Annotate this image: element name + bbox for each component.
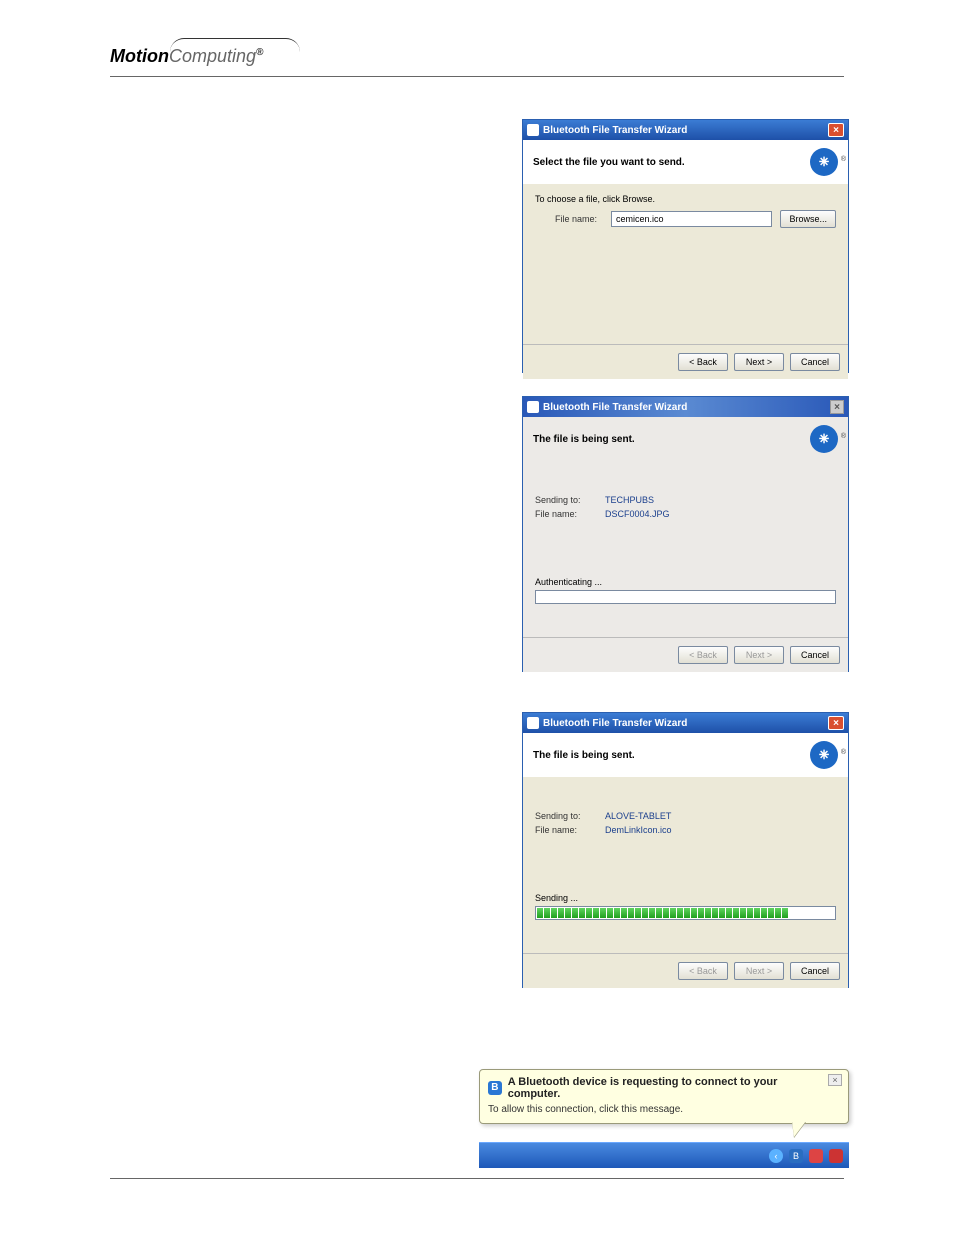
registered-icon: ®: [841, 146, 846, 174]
wizard-sending-window: Bluetooth File Transfer Wizard × The fil…: [522, 712, 849, 988]
subtitle-text: The file is being sent.: [533, 434, 810, 445]
bluetooth-icon: ⁕®: [810, 148, 838, 176]
tray-arrow-icon[interactable]: ‹: [769, 1149, 783, 1163]
sending-to-value: TECHPUBS: [605, 495, 654, 505]
titlebar[interactable]: Bluetooth File Transfer Wizard ×: [523, 397, 848, 417]
bluetooth-icon: ⁕®: [810, 741, 838, 769]
cancel-button[interactable]: Cancel: [790, 646, 840, 664]
close-icon[interactable]: ×: [830, 400, 844, 414]
bluetooth-app-icon: [527, 717, 539, 729]
registered-icon: ®: [841, 739, 846, 767]
brand-motion: Motion: [110, 46, 169, 66]
window-title: Bluetooth File Transfer Wizard: [543, 125, 828, 136]
back-button: < Back: [678, 962, 728, 980]
filename-value: DemLinkIcon.ico: [605, 825, 672, 835]
window-body: Sending to: TECHPUBS File name: DSCF0004…: [523, 461, 848, 637]
subtitle-text: Select the file you want to send.: [533, 157, 810, 168]
progress-bar: [535, 590, 836, 604]
back-button: < Back: [678, 646, 728, 664]
tray-bluetooth-icon[interactable]: B: [789, 1149, 803, 1163]
filename-value: DSCF0004.JPG: [605, 509, 670, 519]
window-body: Sending to: ALOVE-TABLET File name: DemL…: [523, 777, 848, 953]
wizard-footer: < Back Next > Cancel: [523, 953, 848, 988]
hint-text: To choose a file, click Browse.: [535, 194, 836, 204]
sending-to-label: Sending to:: [535, 495, 605, 505]
tray-app-icon[interactable]: [829, 1149, 843, 1163]
filename-label: File name:: [555, 214, 611, 224]
balloon-tooltip[interactable]: B A Bluetooth device is requesting to co…: [479, 1069, 849, 1124]
status-text: Authenticating ...: [535, 577, 602, 587]
subtitle-bar: The file is being sent. ⁕®: [523, 733, 848, 777]
wizard-footer: < Back Next > Cancel: [523, 637, 848, 672]
next-button: Next >: [734, 646, 784, 664]
filename-label: File name:: [535, 825, 605, 835]
bluetooth-app-icon: [527, 124, 539, 136]
progress-bar: [535, 906, 836, 920]
browse-button[interactable]: Browse...: [780, 210, 836, 228]
registered-icon: ®: [841, 423, 846, 451]
titlebar[interactable]: Bluetooth File Transfer Wizard ×: [523, 120, 848, 140]
header-rule: [110, 76, 844, 77]
balloon-tail: [792, 1121, 806, 1137]
sending-to-value: ALOVE-TABLET: [605, 811, 671, 821]
footer-rule: [110, 1178, 844, 1179]
tray-shield-icon[interactable]: [809, 1149, 823, 1163]
logo-arc: [170, 38, 300, 52]
filename-label: File name:: [535, 509, 605, 519]
next-button[interactable]: Next >: [734, 353, 784, 371]
filename-input[interactable]: cemicen.ico: [611, 211, 772, 227]
status-text: Sending ...: [535, 893, 578, 903]
subtitle-text: The file is being sent.: [533, 750, 810, 761]
back-button[interactable]: < Back: [678, 353, 728, 371]
cancel-button[interactable]: Cancel: [790, 353, 840, 371]
bluetooth-app-icon: [527, 401, 539, 413]
titlebar[interactable]: Bluetooth File Transfer Wizard ×: [523, 713, 848, 733]
wizard-footer: < Back Next > Cancel: [523, 344, 848, 379]
wizard-select-file-window: Bluetooth File Transfer Wizard × Select …: [522, 119, 849, 373]
bluetooth-icon: ⁕®: [810, 425, 838, 453]
window-title: Bluetooth File Transfer Wizard: [543, 718, 828, 729]
close-icon[interactable]: ×: [828, 716, 844, 730]
close-icon[interactable]: ×: [828, 123, 844, 137]
page-header: MotionComputing®: [110, 46, 844, 67]
wizard-authenticating-window: Bluetooth File Transfer Wizard × The fil…: [522, 396, 849, 672]
balloon-message: To allow this connection, click this mes…: [488, 1104, 826, 1115]
subtitle-bar: Select the file you want to send. ⁕®: [523, 140, 848, 184]
sending-to-label: Sending to:: [535, 811, 605, 821]
balloon-title: A Bluetooth device is requesting to conn…: [508, 1076, 826, 1100]
bluetooth-info-icon: B: [488, 1081, 502, 1095]
taskbar: ‹ B: [479, 1142, 849, 1168]
notification-area: B A Bluetooth device is requesting to co…: [479, 1069, 849, 1168]
next-button: Next >: [734, 962, 784, 980]
window-title: Bluetooth File Transfer Wizard: [543, 402, 830, 413]
subtitle-bar: The file is being sent. ⁕®: [523, 417, 848, 461]
balloon-close-icon[interactable]: ×: [828, 1074, 842, 1086]
window-body: To choose a file, click Browse. File nam…: [523, 184, 848, 344]
cancel-button[interactable]: Cancel: [790, 962, 840, 980]
